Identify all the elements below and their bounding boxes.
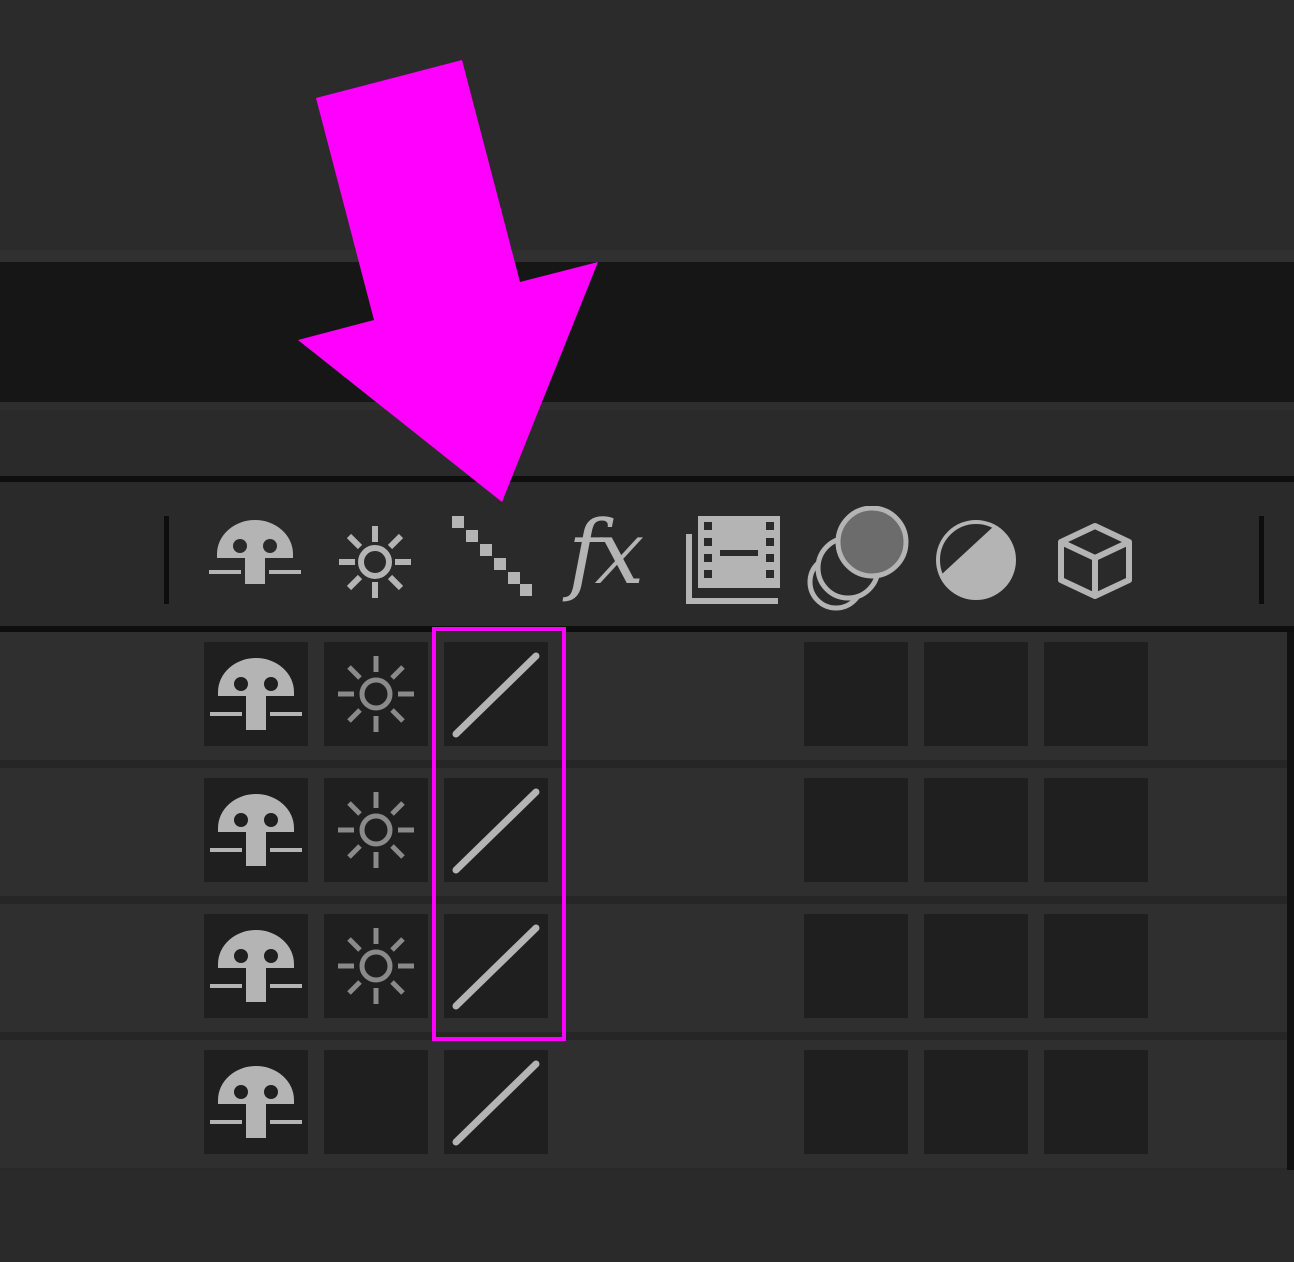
annotation-arrow-icon: [298, 60, 598, 502]
